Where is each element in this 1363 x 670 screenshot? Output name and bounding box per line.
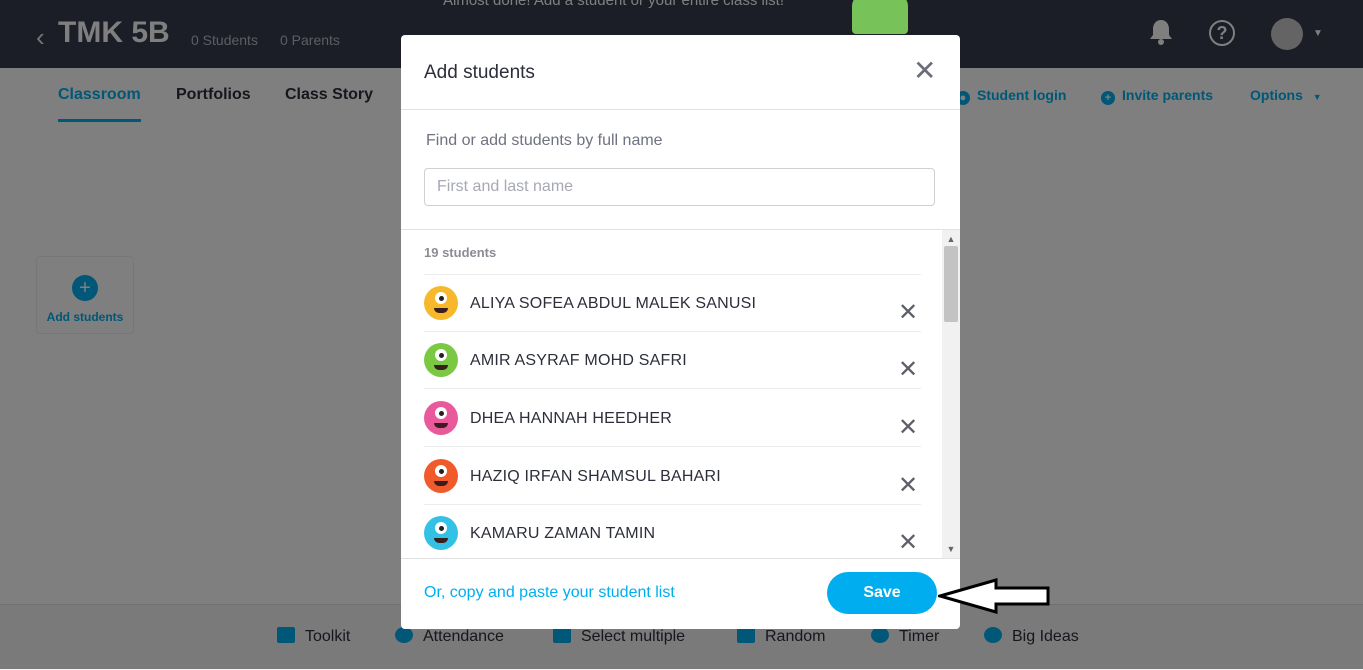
student-name: HAZIQ IRFAN SHAMSUL BAHARI	[470, 468, 721, 485]
save-button[interactable]: Save	[827, 572, 937, 614]
monster-avatar-icon	[424, 516, 458, 550]
annotation-arrow-icon	[938, 578, 1050, 614]
mascot-icon	[852, 0, 908, 34]
student-name-input[interactable]	[424, 168, 935, 206]
monster-avatar-icon	[424, 286, 458, 320]
close-icon[interactable]: ✕	[913, 57, 936, 85]
scroll-thumb[interactable]	[944, 246, 958, 322]
modal-title: Add students	[424, 62, 535, 83]
list-item: ALIYA SOFEA ABDUL MALEK SANUSI ✕	[424, 275, 921, 332]
remove-student-icon[interactable]: ✕	[898, 474, 918, 498]
remove-student-icon[interactable]: ✕	[898, 301, 918, 325]
add-students-modal: Add students ✕ Find or add students by f…	[401, 35, 960, 629]
student-name: DHEA HANNAH HEEDHER	[470, 410, 673, 427]
monster-avatar-icon	[424, 401, 458, 435]
copy-paste-list-link[interactable]: Or, copy and paste your student list	[424, 584, 675, 602]
list-item: DHEA HANNAH HEEDHER ✕	[424, 390, 921, 447]
remove-student-icon[interactable]: ✕	[898, 416, 918, 440]
divider	[401, 109, 960, 110]
list-item: HAZIQ IRFAN SHAMSUL BAHARI ✕	[424, 448, 921, 505]
find-students-label: Find or add students by full name	[426, 132, 663, 149]
classdojo-page: ‹ TMK 5B 0 Students 0 Parents Almost don…	[0, 0, 1363, 670]
divider	[401, 558, 960, 559]
student-list: 19 students ALIYA SOFEA ABDUL MALEK SANU…	[401, 230, 960, 558]
student-name: ALIYA SOFEA ABDUL MALEK SANUSI	[470, 295, 757, 312]
remove-student-icon[interactable]: ✕	[898, 358, 918, 382]
student-name: AMIR ASYRAF MOHD SAFRI	[470, 352, 687, 369]
scroll-up-icon[interactable]: ▲	[942, 232, 960, 246]
scroll-down-icon[interactable]: ▼	[942, 542, 960, 556]
student-name: KAMARU ZAMAN TAMIN	[470, 525, 656, 542]
list-scrollbar[interactable]: ▲ ▼	[942, 230, 960, 558]
student-count: 19 students	[424, 245, 497, 260]
remove-student-icon[interactable]: ✕	[898, 531, 918, 555]
monster-avatar-icon	[424, 343, 458, 377]
list-item: AMIR ASYRAF MOHD SAFRI ✕	[424, 332, 921, 389]
list-item: KAMARU ZAMAN TAMIN ✕	[424, 505, 921, 558]
monster-avatar-icon	[424, 459, 458, 493]
